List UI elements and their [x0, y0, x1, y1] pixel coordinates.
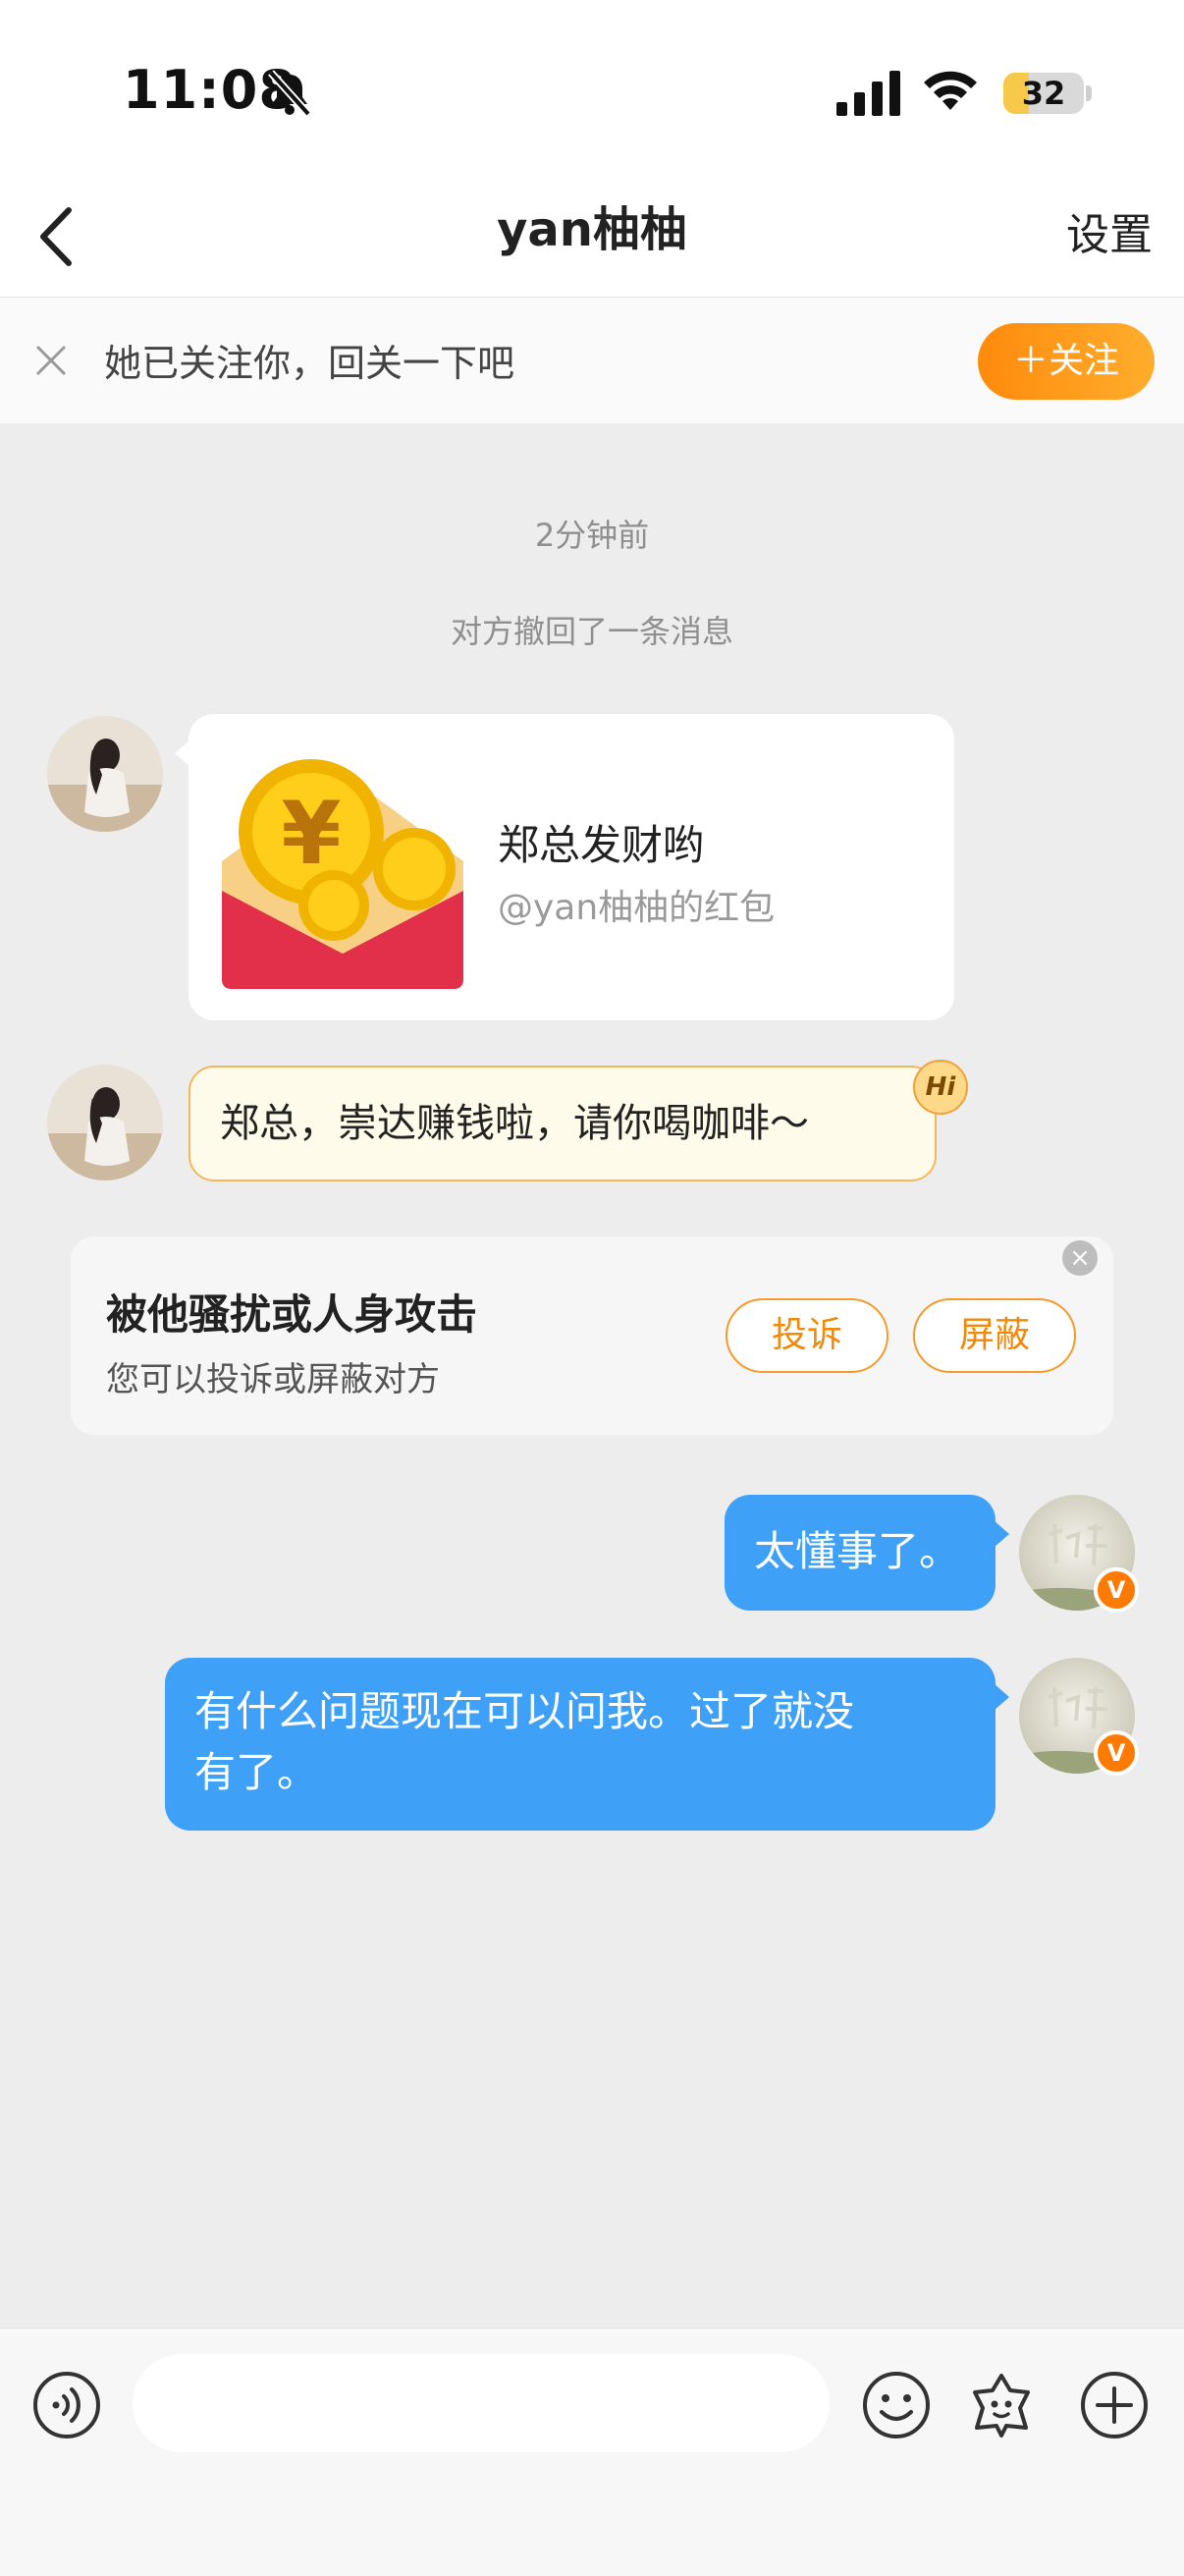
greeting-message-bubble[interactable]: 郑总，崇达赚钱啦，请你喝咖啡～: [188, 1066, 937, 1181]
outgoing-message-line: 有什么问题现在可以问我。过了就没: [194, 1687, 855, 1735]
close-icon[interactable]: ×: [1062, 1240, 1098, 1276]
bubble-tail: [994, 1520, 1009, 1548]
emoji-icon[interactable]: [862, 2371, 931, 2439]
follow-back-prompt: 她已关注你，回关一下吧: [104, 342, 515, 385]
outgoing-message-text: 有什么问题现在可以问我。过了就没 有了。: [194, 1681, 854, 1803]
chat-header: yan柚柚 设置: [0, 177, 1184, 298]
outgoing-message-bubble[interactable]: 有什么问题现在可以问我。过了就没 有了。: [165, 1658, 1009, 1831]
hi-badge-icon: Hi: [913, 1060, 968, 1115]
outgoing-message-line: 有了。: [194, 1748, 319, 1796]
outgoing-message-bubble[interactable]: 太懂事了。: [725, 1495, 1009, 1611]
bubble-tail: [175, 740, 190, 767]
message-timestamp: 2分钟前: [534, 517, 650, 554]
my-avatar[interactable]: V: [1019, 1495, 1139, 1613]
close-icon[interactable]: [29, 339, 73, 382]
battery-indicator: 32: [1003, 73, 1084, 114]
harassment-safety-card: 被他骚扰或人身攻击 您可以投诉或屏蔽对方 投诉 屏蔽 ×: [71, 1236, 1113, 1435]
settings-button[interactable]: 设置: [1066, 177, 1153, 295]
battery-tip: [1086, 85, 1092, 101]
verified-badge-icon: V: [1094, 1567, 1139, 1613]
verified-badge-icon: V: [1094, 1730, 1139, 1776]
cellular-signal-icon: [836, 71, 900, 116]
follow-back-bar: 她已关注你，回关一下吧 ＋关注: [0, 298, 1184, 423]
contact-avatar[interactable]: [47, 716, 163, 832]
voice-input-icon[interactable]: [32, 2371, 101, 2439]
message-input-bar: [0, 2328, 1184, 2576]
battery-percent: 32: [1021, 75, 1066, 112]
recall-notice: 对方撤回了一条消息: [450, 613, 733, 650]
chat-title: yan柚柚: [497, 202, 687, 257]
contact-avatar[interactable]: [47, 1065, 163, 1180]
red-packet-icon: ¥: [218, 743, 467, 993]
sticker-icon[interactable]: [967, 2371, 1036, 2439]
add-more-icon[interactable]: [1080, 2371, 1149, 2439]
outgoing-message-text: 太懂事了。: [754, 1527, 961, 1575]
greeting-message-text: 郑总，崇达赚钱啦，请你喝咖啡～: [220, 1101, 809, 1146]
svg-text:¥: ¥: [281, 783, 341, 884]
safety-card-title: 被他骚扰或人身攻击: [106, 1290, 478, 1339]
block-button[interactable]: 屏蔽: [913, 1298, 1076, 1373]
message-input[interactable]: [133, 2354, 830, 2452]
my-avatar[interactable]: V: [1019, 1658, 1139, 1776]
safety-card-subtitle: 您可以投诉或屏蔽对方: [106, 1360, 440, 1399]
bubble-tail: [994, 1683, 1009, 1711]
red-packet-subtitle: @yan柚柚的红包: [498, 888, 776, 928]
status-bar: 11:08 32: [0, 0, 1184, 177]
red-packet-card[interactable]: ¥ 郑总发财哟 @yan柚柚的红包: [175, 714, 954, 1020]
wifi-icon: [924, 71, 977, 110]
report-button[interactable]: 投诉: [726, 1298, 888, 1373]
red-packet-title: 郑总发财哟: [498, 821, 705, 869]
bell-muted-icon: [268, 70, 311, 117]
follow-button[interactable]: ＋关注: [978, 323, 1155, 400]
